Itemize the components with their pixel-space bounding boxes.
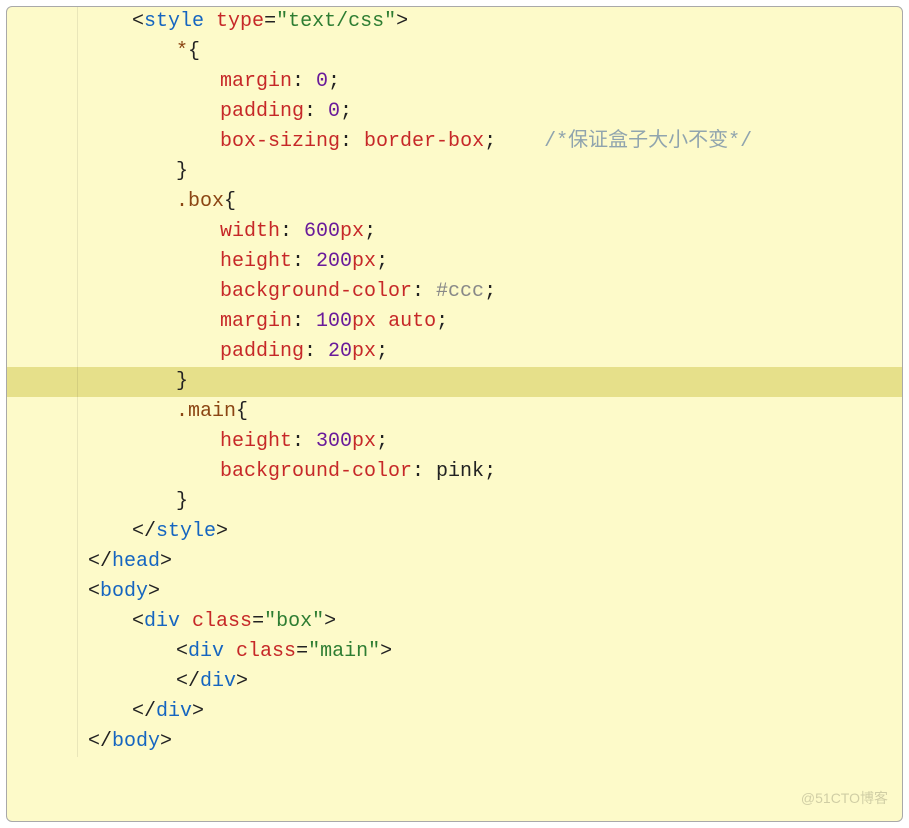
code-panel: <style type="text/css"> *{ margin: 0; pa… — [6, 6, 903, 822]
code-line: </head> — [7, 547, 902, 577]
tag-name: div — [156, 697, 192, 727]
code-line: <body> — [7, 577, 902, 607]
css-value: pink — [436, 457, 484, 487]
code-line: box-sizing: border-box; /*保证盒子大小不变*/ — [7, 127, 902, 157]
css-prop: padding — [220, 337, 304, 367]
css-value: 0 — [316, 67, 328, 97]
tag-name: div — [200, 667, 236, 697]
css-prop: height — [220, 427, 292, 457]
code-line: height: 200px; — [7, 247, 902, 277]
code-line: *{ — [7, 37, 902, 67]
selector: .main — [176, 397, 236, 427]
code-line: </style> — [7, 517, 902, 547]
code-line: background-color: #ccc; — [7, 277, 902, 307]
css-prop: margin — [220, 67, 292, 97]
attr-value: "box" — [264, 607, 324, 637]
tag-name: style — [144, 7, 204, 37]
tag-name: head — [112, 547, 160, 577]
tag-name: style — [156, 517, 216, 547]
unit: px — [352, 307, 376, 337]
css-value: auto — [388, 307, 436, 337]
bracket: < — [132, 7, 144, 37]
unit: px — [352, 427, 376, 457]
code-line: padding: 0; — [7, 97, 902, 127]
code-line: width: 600px; — [7, 217, 902, 247]
code-line: </div> — [7, 667, 902, 697]
attr-name: class — [236, 637, 296, 667]
css-prop: height — [220, 247, 292, 277]
css-prop: background-color — [220, 277, 412, 307]
css-value: 0 — [328, 97, 340, 127]
code-line: <div class="box"> — [7, 607, 902, 637]
css-prop: width — [220, 217, 280, 247]
code-line: .box{ — [7, 187, 902, 217]
unit: px — [352, 337, 376, 367]
css-value: 20 — [328, 337, 352, 367]
css-prop: margin — [220, 307, 292, 337]
tag-name: body — [112, 727, 160, 757]
selector: .box — [176, 187, 224, 217]
css-value: 100 — [316, 307, 352, 337]
code-line: </div> — [7, 697, 902, 727]
watermark: @51CTO博客 — [801, 783, 888, 813]
tag-name: div — [144, 607, 180, 637]
selector: * — [176, 37, 188, 67]
tag-name: div — [188, 637, 224, 667]
comment: /*保证盒子大小不变*/ — [544, 127, 752, 157]
code-line: background-color: pink; — [7, 457, 902, 487]
code-line: margin: 0; — [7, 67, 902, 97]
css-value: 200 — [316, 247, 352, 277]
code-line: padding: 20px; — [7, 337, 902, 367]
code-line: </body> — [7, 727, 902, 757]
css-value: #ccc — [436, 277, 484, 307]
code-line-highlighted: } — [7, 367, 902, 397]
code-line: } — [7, 487, 902, 517]
code-line: <div class="main"> — [7, 637, 902, 667]
code-line: <style type="text/css"> — [7, 7, 902, 37]
css-value: 600 — [304, 217, 340, 247]
css-prop: box-sizing — [220, 127, 340, 157]
attr-name: type — [216, 7, 264, 37]
code-line: .main{ — [7, 397, 902, 427]
css-prop: padding — [220, 97, 304, 127]
code-line: height: 300px; — [7, 427, 902, 457]
attr-name: class — [192, 607, 252, 637]
unit: px — [352, 247, 376, 277]
attr-value: "text/css" — [276, 7, 396, 37]
code-line: margin: 100px auto; — [7, 307, 902, 337]
unit: px — [340, 217, 364, 247]
attr-value: "main" — [308, 637, 380, 667]
tag-name: body — [100, 577, 148, 607]
css-prop: background-color — [220, 457, 412, 487]
css-value: border-box — [364, 127, 484, 157]
code-line: } — [7, 157, 902, 187]
css-value: 300 — [316, 427, 352, 457]
